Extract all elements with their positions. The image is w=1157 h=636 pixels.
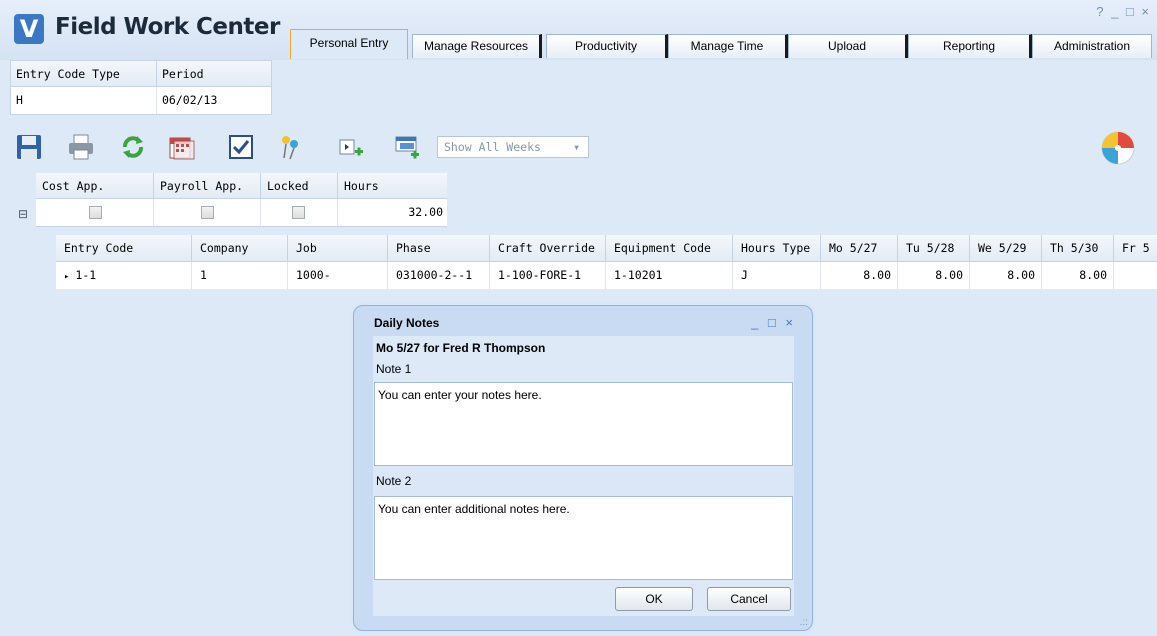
payroll-approval-cell (154, 199, 261, 227)
locked-checkbox[interactable] (292, 206, 305, 219)
tab-manage-resources[interactable]: Manage Resources (412, 34, 542, 58)
tab-personal-entry[interactable]: Personal Entry (290, 29, 408, 59)
col-mo-5-27: Mo 5/27 (821, 235, 898, 262)
note1-textarea[interactable]: You can enter your notes here. (374, 382, 793, 466)
resize-grip-icon[interactable]: .:: (800, 617, 808, 628)
cell-we-5-29[interactable]: 8.00 (970, 262, 1042, 289)
pin-icon[interactable] (274, 132, 304, 162)
table-row[interactable]: ▸ 1-1 (56, 262, 192, 289)
row-marker-icon: ▸ (64, 272, 70, 282)
locked-header: Locked (261, 173, 338, 199)
window-controls[interactable]: ? _ □ × (1096, 4, 1151, 19)
payroll-approval-header: Payroll App. (154, 173, 261, 199)
cell-craft-override[interactable]: 1-100-FORE-1 (490, 262, 606, 289)
col-company: Company (192, 235, 288, 262)
checkbox-icon[interactable] (226, 132, 256, 162)
period-value[interactable]: 06/02/13 (157, 87, 271, 114)
add-column-icon[interactable] (336, 132, 366, 162)
tab-administration[interactable]: Administration (1032, 34, 1152, 58)
col-th-5-30: Th 5/30 (1042, 235, 1114, 262)
toolbar: Show All Weeks ▾ (10, 128, 1150, 168)
cell-job[interactable]: 1000- (288, 262, 388, 289)
summary-grid: Cost App. Payroll App. Locked Hours 32.0… (14, 173, 447, 229)
cell-fr-5[interactable] (1114, 262, 1157, 289)
cost-approval-cell (36, 199, 154, 227)
hours-total-value: 32.00 (338, 199, 447, 227)
col-equipment-code: Equipment Code (606, 235, 733, 262)
dialog-title: Daily Notes (374, 316, 440, 330)
cost-approval-header: Cost App. (36, 173, 154, 199)
cell-phase[interactable]: 031000-2--1 (388, 262, 490, 289)
entry-code-type-header: Entry Code Type (11, 61, 157, 87)
cost-approval-checkbox[interactable] (89, 206, 102, 219)
cell-hours-type[interactable]: J (733, 262, 821, 289)
note2-label: Note 2 (376, 474, 412, 488)
note-separator (373, 466, 794, 496)
week-filter-value: Show All Weeks (444, 140, 541, 154)
cell-entry-code: 1-1 (75, 268, 97, 282)
col-craft-override: Craft Override (490, 235, 606, 262)
app-title: Field Work Center (55, 14, 280, 40)
col-we-5-29: We 5/29 (970, 235, 1042, 262)
col-fr-5: Fr 5 (1114, 235, 1157, 262)
chevron-down-icon: ▾ (573, 140, 580, 154)
dialog-body: Mo 5/27 for Fred R Thompson Note 1 You c… (373, 336, 794, 616)
dialog-window-controls[interactable]: _ □ × (751, 315, 796, 330)
tab-manage-time[interactable]: Manage Time (668, 34, 788, 58)
tab-reporting[interactable]: Reporting (908, 34, 1032, 58)
app-logo-icon: V (14, 14, 44, 44)
tab-upload[interactable]: Upload (788, 34, 908, 58)
col-phase: Phase (388, 235, 490, 262)
cell-mo-5-27[interactable]: 8.00 (821, 262, 898, 289)
app-header: V Field Work Center ? _ □ × Personal Ent… (0, 0, 1157, 60)
cancel-button[interactable]: Cancel (707, 587, 791, 611)
refresh-icon[interactable] (118, 132, 148, 162)
tab-productivity[interactable]: Productivity (546, 34, 668, 58)
add-row-icon[interactable] (392, 132, 422, 162)
time-entry-grid: Entry Code Company Job Phase Craft Overr… (56, 235, 1157, 291)
hours-header: Hours (338, 173, 447, 199)
week-filter-select[interactable]: Show All Weeks ▾ (437, 136, 589, 158)
print-icon[interactable] (66, 132, 96, 162)
col-hours-type: Hours Type (733, 235, 821, 262)
col-entry-code: Entry Code (56, 235, 192, 262)
entry-code-panel: Entry Code Type Period H 06/02/13 (10, 60, 272, 115)
period-header: Period (157, 61, 271, 87)
dialog-subtitle: Mo 5/27 for Fred R Thompson (376, 341, 546, 355)
entry-code-type-value[interactable]: H (11, 87, 157, 114)
ok-button[interactable]: OK (615, 587, 693, 611)
cell-equipment-code[interactable]: 1-10201 (606, 262, 733, 289)
beach-ball-icon (1100, 130, 1136, 166)
cell-tu-5-28[interactable]: 8.00 (898, 262, 970, 289)
save-icon[interactable] (14, 132, 44, 162)
col-tu-5-28: Tu 5/28 (898, 235, 970, 262)
locked-cell (261, 199, 338, 227)
note2-textarea[interactable]: You can enter additional notes here. (374, 496, 793, 580)
calendar-icon[interactable] (166, 132, 196, 162)
payroll-approval-checkbox[interactable] (201, 206, 214, 219)
daily-notes-dialog: Daily Notes _ □ × Mo 5/27 for Fred R Tho… (353, 305, 813, 631)
note1-label: Note 1 (376, 362, 412, 376)
col-job: Job (288, 235, 388, 262)
cell-th-5-30[interactable]: 8.00 (1042, 262, 1114, 289)
cell-company[interactable]: 1 (192, 262, 288, 289)
